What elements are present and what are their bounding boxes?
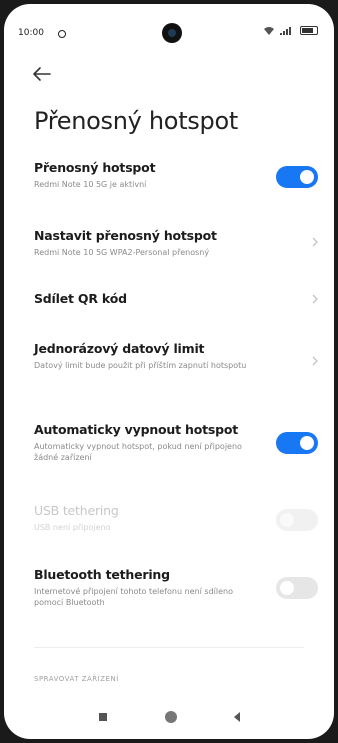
setting-share-qr[interactable]: Sdílet QR kód [34, 291, 324, 306]
status-icons [264, 26, 318, 35]
setting-auto-off[interactable]: Automaticky vypnout hotspot Automaticky … [34, 422, 324, 463]
auto-off-toggle[interactable] [276, 432, 318, 454]
setting-subtitle: USB není připojeno [34, 523, 111, 532]
setting-subtitle: Redmi Note 10 5G WPA2-Personal přenosný [34, 248, 210, 257]
chevron-right-icon [312, 356, 318, 366]
status-time: 10:00 [18, 28, 44, 38]
setting-subtitle: Redmi Note 10 5G je aktivní [34, 180, 147, 189]
setting-subtitle: Datový limit bude použit při příštím zap… [34, 361, 247, 370]
page-title: Přenosný hotspot [34, 107, 238, 135]
nav-back-icon[interactable] [232, 711, 242, 723]
navigation-bar [4, 699, 334, 739]
signal-icon [280, 26, 291, 35]
back-arrow-icon[interactable] [30, 64, 54, 84]
setting-configure-hotspot[interactable]: Nastavit přenosný hotspot Redmi Note 10 … [34, 228, 324, 258]
setting-subtitle: Internetové připojení tohoto telefonu ne… [34, 587, 233, 607]
setting-subtitle: Automaticky vypnout hotspot, pokud není … [34, 442, 242, 462]
section-manage-devices: SPRAVOVAT ZAŘÍZENÍ [34, 675, 119, 683]
setting-title: Jednorázový datový limit [34, 341, 205, 356]
usb-tethering-toggle [276, 509, 318, 531]
status-bar: 10:00 [4, 4, 334, 48]
section-divider [34, 647, 304, 648]
chevron-right-icon [312, 237, 318, 247]
setting-data-limit[interactable]: Jednorázový datový limit Datový limit bu… [34, 341, 324, 371]
wifi-icon [264, 26, 274, 35]
setting-title: Nastavit přenosný hotspot [34, 228, 217, 243]
front-camera [162, 23, 182, 43]
battery-icon [300, 26, 318, 35]
chevron-right-icon [312, 294, 318, 304]
setting-bluetooth-tethering[interactable]: Bluetooth tethering Internetové připojen… [34, 567, 324, 608]
setting-usb-tethering: USB tethering USB není připojeno [34, 503, 324, 533]
recents-button[interactable] [99, 713, 107, 721]
hotspot-toggle[interactable] [276, 166, 318, 188]
setting-title: Sdílet QR kód [34, 291, 127, 306]
phone-screen: 10:00 Přenosný hotspot Přenosný hotspot … [4, 4, 334, 739]
setting-portable-hotspot[interactable]: Přenosný hotspot Redmi Note 10 5G je akt… [34, 160, 324, 190]
notification-icon [58, 30, 66, 38]
bluetooth-tethering-toggle[interactable] [276, 577, 318, 599]
home-button[interactable] [165, 711, 177, 723]
